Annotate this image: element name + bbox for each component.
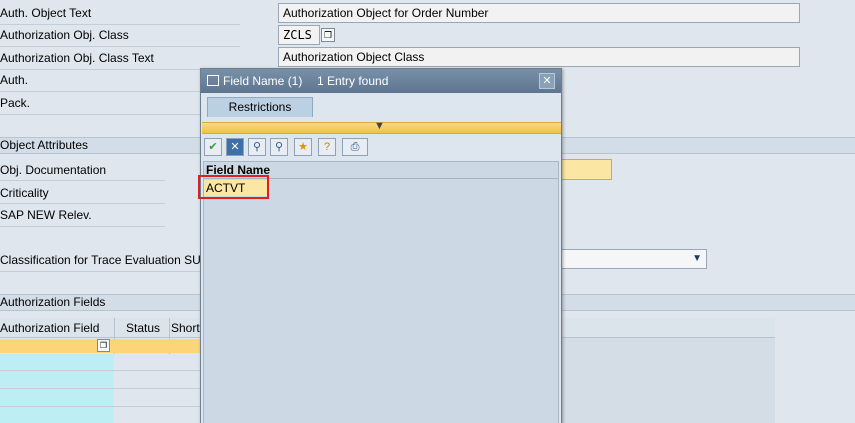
table-row-line bbox=[0, 406, 200, 407]
auth-obj-class-text-field[interactable]: Authorization Object Class bbox=[278, 47, 800, 67]
expand-icon[interactable]: ❐ bbox=[97, 339, 110, 352]
classification-label: Classification for Trace Evaluation SU22 bbox=[0, 253, 215, 267]
auth-object-text-label: Auth. Object Text bbox=[0, 6, 92, 20]
auth-label: Auth. bbox=[0, 73, 29, 87]
column-header-authorization-field[interactable]: Authorization Field bbox=[0, 318, 99, 338]
check-icon[interactable]: ✔ bbox=[204, 138, 222, 156]
row-divider bbox=[0, 24, 240, 25]
row-divider bbox=[0, 271, 200, 272]
collapse-arrow-icon[interactable]: ▼ bbox=[374, 120, 385, 132]
favorites-icon[interactable]: ★ bbox=[294, 138, 312, 156]
field-name-value-help-dialog: Field Name (1) 1 Entry found ✕ Restricti… bbox=[198, 68, 562, 423]
sap-new-relev-label: SAP NEW Relev. bbox=[0, 208, 92, 222]
column-header-status[interactable]: Status bbox=[126, 318, 160, 338]
binoculars-icon[interactable]: ⚲ bbox=[248, 138, 266, 156]
pack-label: Pack. bbox=[0, 96, 31, 110]
cancel-icon[interactable]: ✕ bbox=[226, 138, 244, 156]
help-icon[interactable]: ? bbox=[318, 138, 336, 156]
table-row-line bbox=[0, 388, 200, 389]
table-row-line bbox=[0, 370, 200, 371]
find-next-icon[interactable]: ⚲ bbox=[270, 138, 288, 156]
dialog-toolbar: ✔ ✕ ⚲ ⚲ ★ ? ⎙ bbox=[202, 136, 561, 158]
row-divider bbox=[0, 226, 165, 227]
obj-documentation-field[interactable] bbox=[555, 159, 612, 180]
window-icon bbox=[207, 75, 219, 86]
auth-obj-class-text-label: Authorization Obj. Class Text bbox=[0, 51, 154, 65]
table-body bbox=[560, 338, 775, 423]
entries-found-text: 1 Entry found bbox=[317, 74, 389, 88]
close-icon[interactable]: ✕ bbox=[539, 73, 555, 89]
authorization-fields-title: Authorization Fields bbox=[0, 295, 106, 309]
chevron-down-icon: ▼ bbox=[692, 253, 702, 264]
row-divider bbox=[0, 46, 240, 47]
tab-restrictions[interactable]: Restrictions bbox=[207, 97, 313, 117]
classification-dropdown[interactable]: ▼ bbox=[555, 249, 707, 269]
auth-object-text-field[interactable]: Authorization Object for Order Number bbox=[278, 3, 800, 23]
row-divider bbox=[0, 180, 165, 181]
obj-documentation-label: Obj. Documentation bbox=[0, 163, 107, 177]
auth-obj-class-field[interactable]: ZCLS bbox=[278, 25, 320, 45]
auth-obj-class-label: Authorization Obj. Class bbox=[0, 28, 129, 42]
criticality-label: Criticality bbox=[0, 186, 49, 200]
copy-icon[interactable]: ❐ bbox=[321, 28, 335, 42]
results-list: Field Name ACTVT bbox=[203, 161, 559, 423]
print-icon[interactable]: ⎙ bbox=[342, 138, 368, 156]
restrictions-collapse-bar[interactable]: ▼ bbox=[202, 120, 561, 134]
highlight-box bbox=[198, 175, 269, 199]
object-attributes-title: Object Attributes bbox=[0, 138, 89, 152]
dialog-title: Field Name (1) bbox=[223, 74, 303, 88]
dialog-title-bar[interactable]: Field Name (1) 1 Entry found ✕ bbox=[201, 69, 561, 93]
column-header-short[interactable]: Short bbox=[171, 318, 200, 338]
row-divider bbox=[0, 203, 165, 204]
